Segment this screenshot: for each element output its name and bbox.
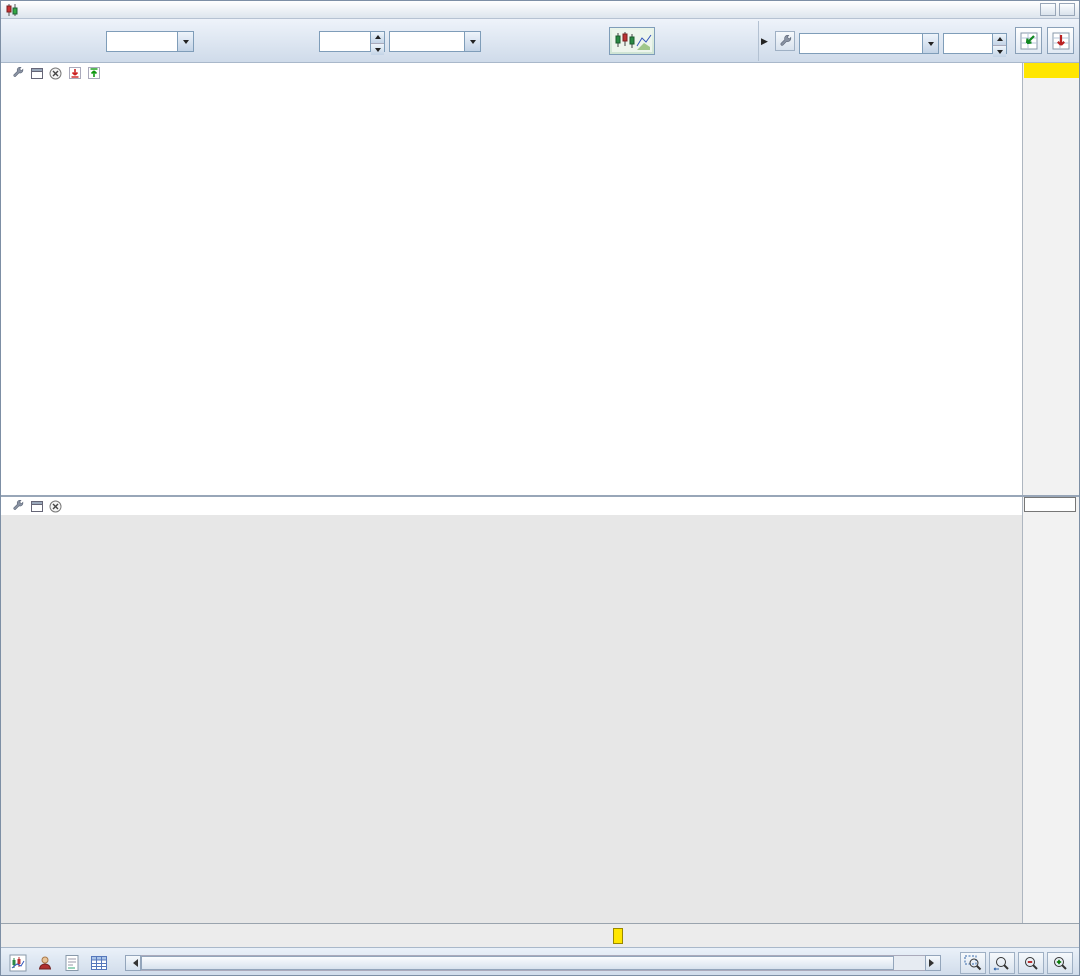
zoom-selection-button[interactable]	[960, 951, 986, 974]
person-icon	[38, 956, 52, 969]
increment-icon[interactable]	[371, 32, 384, 44]
zoom-selection-icon	[964, 955, 982, 970]
price-panel	[1, 63, 1079, 495]
decrement-icon[interactable]	[371, 44, 384, 55]
report-list-button[interactable]	[61, 952, 83, 974]
tick-unit-select[interactable]	[389, 31, 481, 52]
rsi-panel	[1, 497, 1079, 923]
close-button[interactable]	[1059, 3, 1075, 16]
rsi-value-badge	[1024, 497, 1076, 512]
toolbar-separator	[758, 21, 759, 61]
copyright-notice	[7, 481, 11, 492]
price-axis[interactable]	[1022, 63, 1079, 495]
chart-style-button[interactable]	[609, 27, 655, 55]
zoom-in-button[interactable]	[1047, 951, 1073, 974]
scroll-left-button[interactable]	[125, 954, 141, 971]
cursor-price-badge	[1024, 63, 1079, 78]
scrollbar-track[interactable]	[141, 954, 925, 971]
time-scrollbar[interactable]	[125, 954, 941, 971]
minimize-button[interactable]	[1040, 3, 1056, 16]
popout-window-icon[interactable]	[29, 66, 44, 81]
chevron-down-icon[interactable]	[177, 32, 193, 51]
increment-icon[interactable]	[993, 34, 1006, 46]
zoom-in-icon	[1054, 956, 1067, 970]
tick-count-spinner[interactable]	[319, 31, 385, 55]
table-icon	[91, 955, 107, 970]
rsi-axis[interactable]	[1022, 497, 1079, 923]
main-toolbar: ▶	[1, 19, 1079, 63]
buy-alert-arrow-icon[interactable]	[86, 66, 101, 81]
cursor-time-badge	[613, 928, 623, 944]
time-axis[interactable]	[1, 923, 1079, 947]
price-chart-svg[interactable]	[1, 83, 1022, 495]
trading-window: ▶	[0, 0, 1080, 976]
buy-ticket-button[interactable]	[1015, 27, 1042, 54]
order-type-select[interactable]	[799, 33, 939, 54]
candles-app-icon	[5, 3, 19, 16]
close-panel-icon[interactable]	[48, 499, 63, 514]
rsi-chart-svg[interactable]	[1, 515, 1022, 923]
bottom-toolbar	[1, 947, 1079, 975]
buy-arrow-grid-icon	[1020, 32, 1037, 49]
trader-account-button[interactable]	[34, 952, 56, 974]
chart-view-button[interactable]	[7, 952, 29, 974]
sell-ticket-button[interactable]	[1047, 27, 1074, 54]
collapse-panel-arrow-icon[interactable]: ▶	[761, 36, 768, 47]
sell-alert-arrow-icon[interactable]	[67, 66, 82, 81]
decrement-icon[interactable]	[993, 46, 1006, 57]
chevron-down-icon[interactable]	[922, 34, 938, 53]
zoom-tools	[960, 951, 1073, 974]
triangle-left-icon	[129, 958, 138, 967]
settings-wrench-icon[interactable]	[10, 66, 25, 81]
price-panel-header	[1, 63, 1022, 83]
zoom-auto-icon	[993, 956, 1009, 971]
rsi-panel-header	[1, 497, 1022, 515]
chart-icon	[9, 954, 27, 971]
wrench-icon	[780, 34, 791, 46]
table-view-button[interactable]	[88, 952, 110, 974]
popout-window-icon[interactable]	[29, 499, 44, 514]
scroll-right-button[interactable]	[925, 954, 941, 971]
mini-chart-icon	[612, 30, 652, 52]
zoom-out-button[interactable]	[1018, 951, 1044, 974]
document-icon	[65, 954, 79, 971]
triangle-right-icon	[928, 958, 938, 967]
chevron-down-icon[interactable]	[464, 32, 480, 51]
units-select[interactable]	[106, 31, 194, 52]
sell-arrow-grid-icon	[1052, 32, 1069, 49]
order-settings-wrench-button[interactable]	[775, 31, 795, 51]
settings-wrench-icon[interactable]	[10, 499, 25, 514]
titlebar	[1, 1, 1079, 19]
zoom-auto-button[interactable]	[989, 951, 1015, 974]
close-panel-icon[interactable]	[48, 66, 63, 81]
quantity-stepper[interactable]	[943, 33, 1007, 57]
zoom-out-icon	[1025, 956, 1038, 970]
scrollbar-thumb[interactable]	[141, 955, 894, 970]
